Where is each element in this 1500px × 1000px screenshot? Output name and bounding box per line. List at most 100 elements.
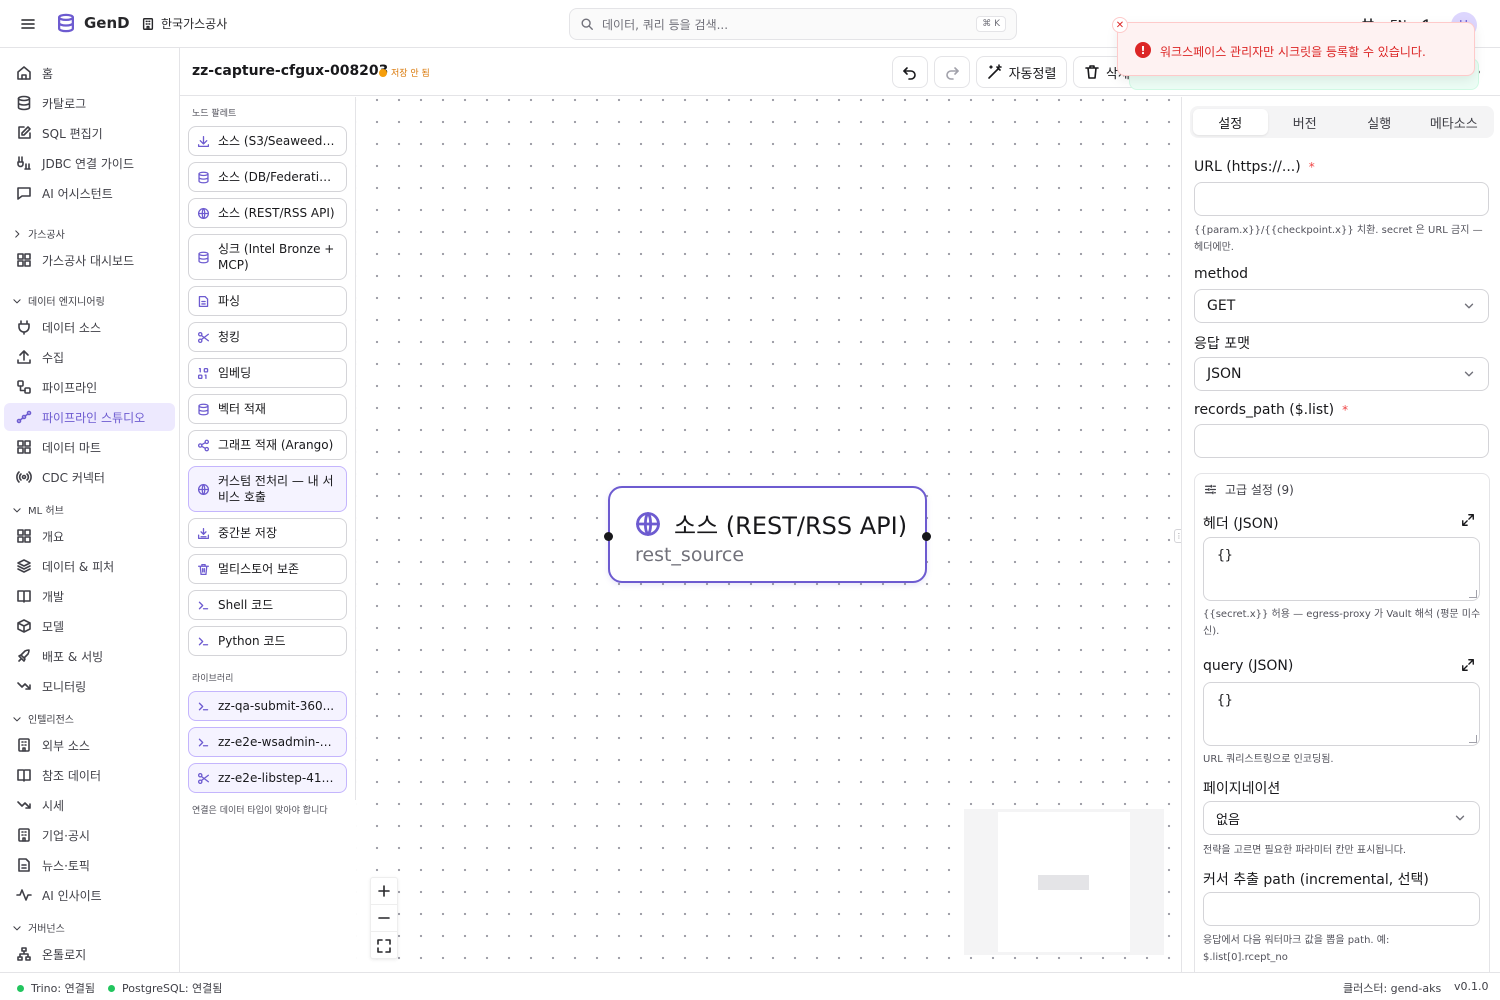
method-select[interactable]: GET: [1194, 289, 1489, 323]
menu-icon[interactable]: [18, 14, 38, 34]
sidebar-item-gas-dashboard[interactable]: 가스공사 대시보드: [4, 246, 175, 274]
fit-view-button[interactable]: [371, 932, 397, 959]
zoom-out-button[interactable]: [371, 905, 397, 932]
auto-layout-button[interactable]: 자동정렬: [976, 56, 1067, 88]
sidebar-item-reference-data[interactable]: 참조 데이터: [4, 761, 175, 789]
library-item[interactable]: zz-qa-submit-360...: [188, 691, 347, 721]
palette-item-label: Shell 코드: [218, 598, 274, 612]
palette-item-multistore[interactable]: 멀티스토어 보존: [188, 554, 347, 584]
redo-icon: [944, 64, 960, 80]
query-json-input[interactable]: {}: [1203, 682, 1480, 746]
node-output-handle[interactable]: [922, 532, 931, 541]
sidebar-item-data-sources[interactable]: 데이터 소스: [4, 313, 175, 341]
palette-item-source-s3[interactable]: 소스 (S3/SeaweedFS): [188, 126, 347, 156]
sidebar-item-news[interactable]: 뉴스·토픽: [4, 851, 175, 879]
sidebar-item-label: 기업·공시: [42, 828, 90, 843]
sidebar-item-quotes[interactable]: 시세: [4, 791, 175, 819]
format-label-text: 응답 포맷: [1194, 336, 1250, 352]
org-switcher[interactable]: 한국가스공사: [141, 15, 227, 32]
minimap-node: [1038, 875, 1089, 890]
sidebar-item-data-features[interactable]: 데이터 & 피처: [4, 552, 175, 580]
library-item[interactable]: zz-e2e-wsadmin-6...: [188, 727, 347, 757]
sidebar-item-label: 가스공사 대시보드: [42, 253, 135, 268]
records-path-input[interactable]: [1194, 424, 1489, 458]
palette-item-chunk[interactable]: 청킹: [188, 322, 347, 352]
palette-item-shell[interactable]: Shell 코드: [188, 590, 347, 620]
palette-item-sink-intel[interactable]: 싱크 (Intel Bronze + MCP): [188, 234, 347, 280]
resize-grip[interactable]: [1469, 735, 1477, 743]
sidebar-group-ml-hub[interactable]: ML 허브: [12, 502, 64, 517]
sidebar-group-intelligence[interactable]: 인텔리전스: [12, 711, 74, 726]
pipeline-name[interactable]: zz-capture-cfgux-008203: [192, 63, 388, 79]
expand-icon[interactable]: [1461, 513, 1475, 527]
palette-item-python[interactable]: Python 코드: [188, 626, 347, 656]
tab-metasource[interactable]: 메타소스: [1417, 109, 1492, 135]
sidebar-item-home[interactable]: 홈: [4, 59, 175, 87]
headers-json-input[interactable]: {}: [1203, 537, 1480, 601]
tab-settings[interactable]: 설정: [1193, 109, 1268, 135]
sidebar-item-catalog[interactable]: 카탈로그: [4, 89, 175, 117]
palette-item-label: 소스 (DB/Federation): [218, 170, 338, 184]
sidebar-item-external-sources[interactable]: 외부 소스: [4, 731, 175, 759]
palette-item-vector-load[interactable]: 벡터 적재: [188, 394, 347, 424]
sidebar-item-develop[interactable]: 개발: [4, 582, 175, 610]
minimap[interactable]: [964, 809, 1164, 955]
library-item[interactable]: zz-e2e-libstep-410...: [188, 763, 347, 793]
trino-status: Trino: 연결됨: [17, 980, 95, 996]
palette-item-embed[interactable]: 임베딩: [188, 358, 347, 388]
pagination-select[interactable]: 없음: [1203, 801, 1480, 835]
pipeline-canvas[interactable]: 소스 (REST/RSS API) rest_source ⋮: [356, 97, 1184, 972]
query-hint: URL 쿼리스트링으로 인코딩됨.: [1203, 754, 1334, 765]
grid-icon: [16, 252, 32, 268]
box-icon: [16, 618, 32, 634]
save-icon: [197, 527, 210, 540]
url-input[interactable]: [1194, 182, 1489, 216]
global-search[interactable]: 데이터, 쿼리 등을 검색... ⌘ K: [569, 8, 1017, 40]
home-icon: [16, 65, 32, 81]
query-json-value: {}: [1217, 693, 1233, 708]
sidebar-item-jdbc[interactable]: JDBC 연결 가이드: [4, 149, 175, 177]
sidebar-item-label: 배포 & 서빙: [42, 649, 104, 664]
expand-icon[interactable]: [1461, 658, 1475, 672]
toast-close-button[interactable]: ✕: [1112, 17, 1128, 33]
sidebar-item-models[interactable]: 모델: [4, 612, 175, 640]
resize-grip[interactable]: [1469, 590, 1477, 598]
palette-item-source-rest[interactable]: 소스 (REST/RSS API): [188, 198, 347, 228]
sidebar-item-disclosures[interactable]: 기업·공시: [4, 821, 175, 849]
sidebar-item-monitoring[interactable]: 모니터링: [4, 672, 175, 700]
palette-item-parse[interactable]: 파싱: [188, 286, 347, 316]
app-logo[interactable]: GenD: [56, 13, 130, 33]
sidebar-item-ml-overview[interactable]: 개요: [4, 522, 175, 550]
sidebar-item-sql-editor[interactable]: SQL 편집기: [4, 119, 175, 147]
palette-item-custom-preprocess[interactable]: 커스텀 전처리 — 내 서비스 호출: [188, 466, 347, 512]
sidebar-item-pipeline-studio[interactable]: 파이프라인 스튜디오: [4, 403, 175, 431]
sidebar-group-governance[interactable]: 거버넌스: [12, 920, 65, 935]
sidebar-item-ontology[interactable]: 온톨로지: [4, 940, 175, 968]
tab-versions[interactable]: 버전: [1268, 109, 1343, 135]
sidebar-item-data-mart[interactable]: 데이터 마트: [4, 433, 175, 461]
cursor-path-input[interactable]: [1203, 892, 1480, 926]
palette-item-label: 파싱: [218, 294, 241, 308]
palette-item-source-db[interactable]: 소스 (DB/Federation): [188, 162, 347, 192]
redo-button[interactable]: [934, 56, 970, 88]
sidebar-item-pipelines[interactable]: 파이프라인: [4, 373, 175, 401]
palette-item-intermediate-save[interactable]: 중간본 저장: [188, 518, 347, 548]
palette-item-graph-load[interactable]: 그래프 적재 (Arango): [188, 430, 347, 460]
sidebar-item-ai-insight[interactable]: AI 인사이트: [4, 881, 175, 909]
sidebar-group-gas[interactable]: 가스공사: [12, 226, 65, 241]
library-item-label: zz-qa-submit-360...: [218, 699, 335, 713]
advanced-toggle[interactable]: 고급 설정 (9): [1204, 481, 1294, 498]
sidebar-item-ai-assistant[interactable]: AI 어시스턴트: [4, 179, 175, 207]
sidebar-item-ingest[interactable]: 수집: [4, 343, 175, 371]
undo-button[interactable]: [892, 56, 928, 88]
zoom-in-button[interactable]: [371, 878, 397, 905]
format-select[interactable]: JSON: [1194, 357, 1489, 391]
sidebar-item-cdc[interactable]: CDC 커넥터: [4, 463, 175, 491]
pipeline-node-rest-source[interactable]: 소스 (REST/RSS API) rest_source: [604, 486, 931, 583]
node-input-handle[interactable]: [604, 532, 613, 541]
sidebar-group-label: 거버넌스: [28, 924, 65, 935]
terminal-icon: [197, 635, 210, 648]
sidebar-item-deploy[interactable]: 배포 & 서빙: [4, 642, 175, 670]
tab-runs[interactable]: 실행: [1342, 109, 1417, 135]
sidebar-group-data-engineering[interactable]: 데이터 엔지니어링: [12, 293, 105, 308]
